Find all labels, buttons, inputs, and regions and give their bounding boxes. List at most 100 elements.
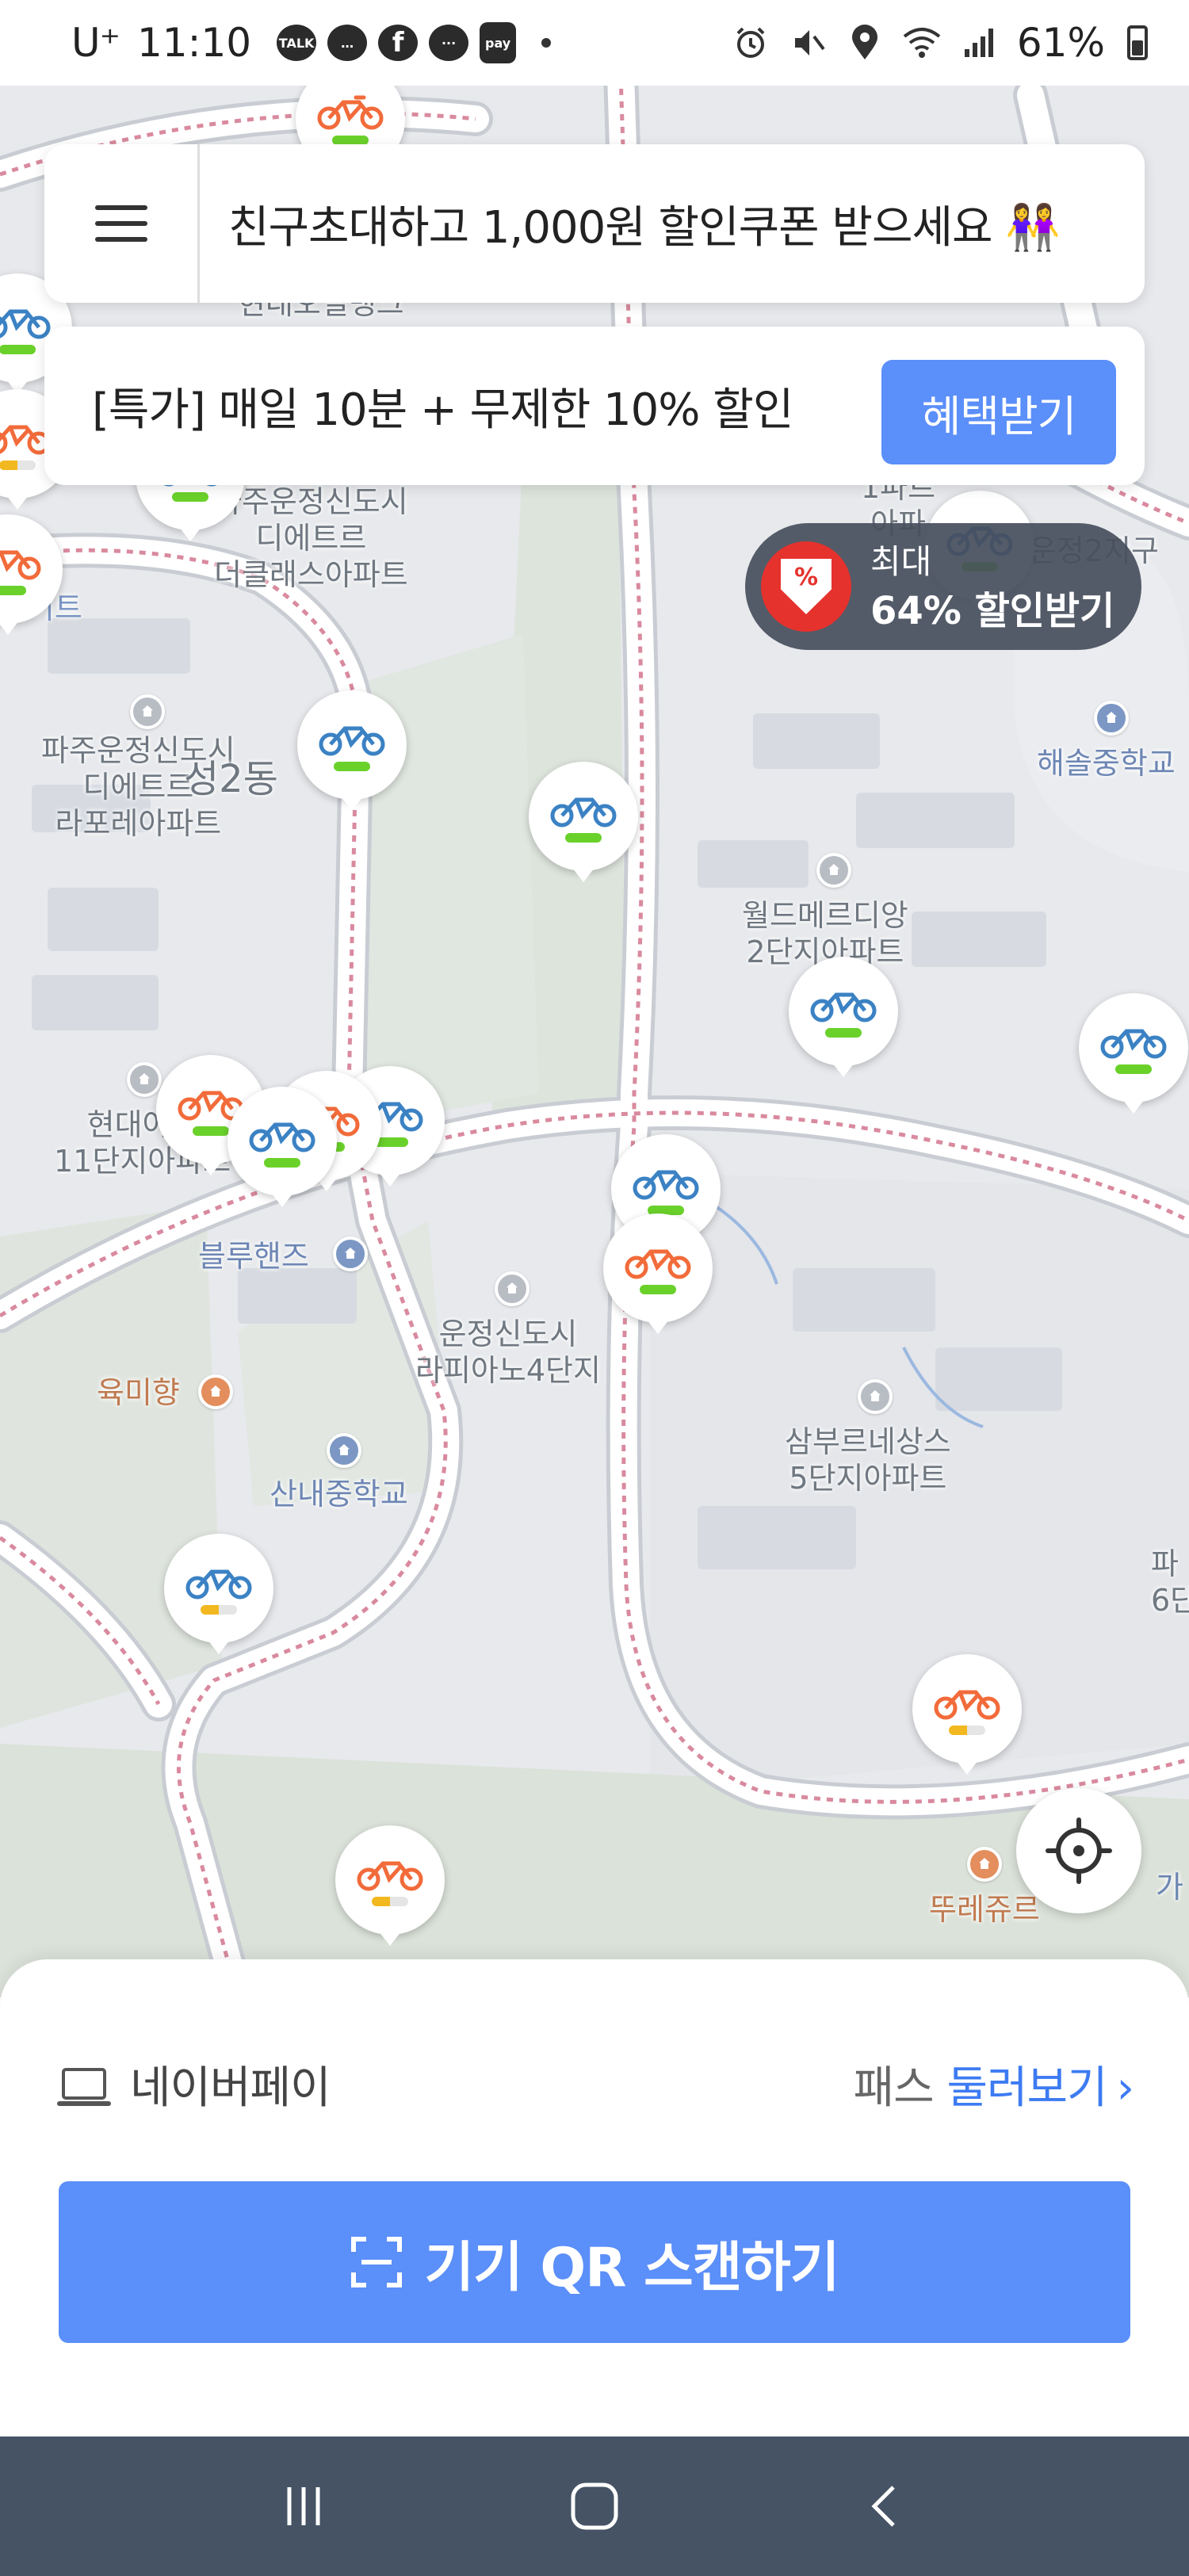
battery-bar xyxy=(193,1126,229,1136)
bike-icon xyxy=(810,992,877,1022)
alarm-icon xyxy=(732,24,770,62)
bike-icon xyxy=(0,309,51,339)
bike-icon xyxy=(934,1690,1000,1720)
bike-pin[interactable] xyxy=(789,957,898,1077)
messages-icon: ··· xyxy=(429,25,469,61)
browse-link[interactable]: 둘러보기 xyxy=(947,2062,1108,2114)
my-location-button[interactable] xyxy=(1016,1788,1141,1913)
more-notifications-icon xyxy=(541,38,552,48)
poi-apartment-icon xyxy=(816,853,851,888)
wifi-icon xyxy=(903,24,941,62)
battery-bar xyxy=(825,1028,862,1038)
map-label-lapiano: 운정신도시 라피아노4단지 xyxy=(415,1317,601,1388)
map-label-sambu: 삼부르네상스 5단지아파트 xyxy=(785,1424,951,1496)
map-label-bluehands: 블루핸즈 xyxy=(198,1239,309,1274)
map-label-yukmihyang: 육미향 xyxy=(97,1375,180,1410)
bike-pin[interactable] xyxy=(297,690,407,811)
poi-apartment-icon xyxy=(130,694,165,729)
battery-percent: 61% xyxy=(1016,20,1105,66)
discount-amount-label: 64% 할인받기 xyxy=(870,589,1115,633)
invite-banner-text[interactable]: 친구초대하고 1,000원 할인쿠폰 받으세요 👭 xyxy=(200,192,1061,256)
bike-pin[interactable] xyxy=(1079,993,1188,1114)
poi-apartment-icon xyxy=(495,1271,530,1306)
hamburger-icon-line xyxy=(94,221,147,226)
crosshair-icon xyxy=(1046,1817,1112,1884)
bike-icon xyxy=(317,95,384,130)
back-button[interactable] xyxy=(838,2459,933,2554)
bike-pin[interactable] xyxy=(912,1654,1022,1775)
vibrate-mute-icon xyxy=(789,24,827,62)
menu-button[interactable] xyxy=(44,144,200,303)
restaurant-icon xyxy=(198,1374,233,1409)
battery-bar xyxy=(565,833,602,843)
map-label-haesol-school: 해솔중학교 xyxy=(1037,746,1176,781)
hamburger-icon-line xyxy=(94,237,147,242)
battery-bar xyxy=(949,1726,985,1735)
poi-apartment-icon xyxy=(127,1062,162,1097)
bike-icon xyxy=(185,1569,252,1599)
battery-bar xyxy=(0,586,26,595)
battery-bar xyxy=(264,1158,300,1168)
bike-icon xyxy=(249,1122,315,1152)
home-button[interactable] xyxy=(547,2459,642,2554)
battery-bar xyxy=(201,1605,237,1615)
discount-badge-icon: % xyxy=(761,541,851,632)
battery-bar xyxy=(334,762,370,771)
school-icon xyxy=(327,1433,361,1468)
hamburger-icon xyxy=(94,205,147,210)
pay-icon: pay xyxy=(480,22,517,63)
bike-pin[interactable] xyxy=(227,1087,337,1207)
map-label-the-class: 파주운정신도시 디에트르 더클래스아파트 xyxy=(214,484,408,592)
screen: { "status_bar": { "carrier": "U⁺", "time… xyxy=(0,0,1189,2576)
map-label-edge-6: 파 6단 xyxy=(1151,1546,1189,1618)
location-icon xyxy=(846,24,884,62)
bakery-icon xyxy=(967,1847,1002,1882)
pass-prefix: 패스 xyxy=(853,2062,947,2114)
invite-banner[interactable]: 친구초대하고 1,000원 할인쿠폰 받으세요 👭 xyxy=(44,144,1145,303)
battery-bar xyxy=(372,1897,408,1906)
get-benefit-button[interactable]: 혜택받기 xyxy=(881,360,1116,464)
recent-apps-button[interactable] xyxy=(256,2459,351,2554)
bike-icon xyxy=(357,1861,423,1891)
map-label-dong: 성2동 xyxy=(184,757,278,801)
bike-pin[interactable] xyxy=(529,762,638,882)
bike-pin[interactable] xyxy=(164,1534,273,1654)
promo-banner[interactable]: [특가] 매일 10분 + 무제한 10% 할인 혜택받기 xyxy=(44,327,1145,485)
clock: 11:10 xyxy=(137,20,252,66)
facebook-icon: f xyxy=(378,25,419,61)
repair-icon xyxy=(333,1236,368,1271)
map-label-sannae-school: 산내중학교 xyxy=(270,1477,408,1512)
qr-scan-icon xyxy=(350,2237,402,2287)
navigation-bar xyxy=(0,2436,1189,2576)
battery-bar xyxy=(640,1285,676,1294)
battery-bar xyxy=(0,461,36,470)
kakaotalk-icon: TALK xyxy=(277,25,317,61)
school-icon xyxy=(1094,701,1129,736)
bike-icon xyxy=(633,1170,699,1200)
battery-icon xyxy=(1127,25,1148,60)
bike-pin[interactable] xyxy=(335,1825,445,1946)
status-bar: U⁺ 11:10 TALK … f ··· pay 61% xyxy=(0,0,1189,86)
map-label-tous: 뚜레쥬르 xyxy=(929,1892,1040,1927)
battery-bar xyxy=(0,345,36,354)
payment-card-icon xyxy=(57,2068,111,2106)
bottom-sheet: 네이버페이 패스 둘러보기 › 기기 QR 스캔하기 xyxy=(0,1959,1189,2436)
bike-pin[interactable] xyxy=(603,1213,713,1334)
bike-icon xyxy=(0,550,41,580)
map-label-edge-ga: 가 xyxy=(1156,1870,1183,1905)
qr-scan-button[interactable]: 기기 QR 스캔하기 xyxy=(59,2181,1130,2343)
battery-bar xyxy=(1115,1064,1152,1074)
qr-scan-label: 기기 QR 스캔하기 xyxy=(424,2236,840,2299)
discount-pill[interactable]: % 최대 64% 할인받기 xyxy=(745,523,1141,650)
payment-method-label[interactable]: 네이버페이 xyxy=(130,2052,331,2116)
percent-tag-icon: % xyxy=(781,559,832,614)
bike-icon xyxy=(550,797,617,827)
chevron-right-icon: › xyxy=(1116,2062,1134,2114)
bike-icon xyxy=(319,726,385,756)
notification-icons: TALK … f ··· pay xyxy=(277,22,552,63)
pass-browse-link[interactable]: 패스 둘러보기 › xyxy=(854,2052,1134,2116)
payment-row[interactable]: 네이버페이 패스 둘러보기 › xyxy=(57,2048,1134,2119)
recent-apps-icon xyxy=(287,2487,320,2525)
bike-icon xyxy=(1100,1029,1167,1059)
poi-apartment-icon xyxy=(858,1379,893,1414)
